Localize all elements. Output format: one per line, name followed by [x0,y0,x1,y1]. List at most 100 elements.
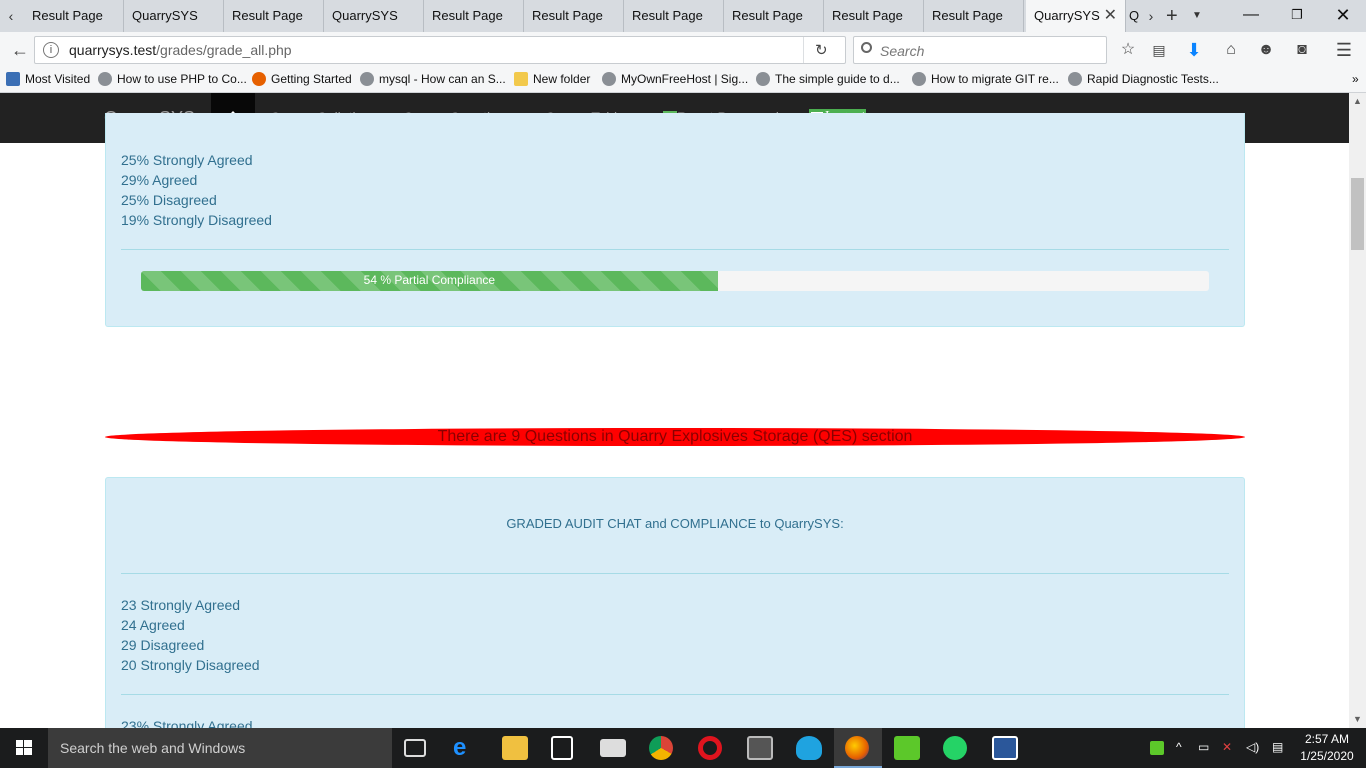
tabs-scroll-right-button[interactable]: › [1142,0,1160,32]
bookmark-label: mysql - How can an S... [379,72,506,86]
stat-line: 25% Strongly Agreed [121,152,253,168]
search-icon [861,42,872,53]
bookmark-folder-icon [6,72,20,86]
scrollbar-thumb[interactable] [1351,178,1364,250]
store-icon[interactable] [551,736,573,760]
globe-icon [602,72,616,86]
browser-tab[interactable]: Result Page [624,0,724,32]
divider [121,573,1229,574]
pocket-icon[interactable]: ◙ [1290,38,1314,62]
bookmarks-overflow-chevron-icon[interactable]: » [1352,72,1359,86]
app-icon[interactable] [796,736,822,760]
tab-label: Result Page [832,8,903,23]
bookmark-item[interactable]: Rapid Diagnostic Tests... [1068,72,1219,86]
divider [121,249,1229,250]
url-host: quarrysys.test [69,42,157,58]
window-minimize-button[interactable]: — [1228,0,1274,32]
chrome-icon[interactable] [649,736,673,760]
window-restore-button[interactable]: ❐ [1274,0,1320,32]
browser-tab[interactable]: Result Page [24,0,124,32]
clock-time: 2:57 AM [1304,732,1350,746]
tray-battery-icon[interactable]: ▭ [1198,740,1209,754]
count-line: 24 Agreed [121,617,185,633]
bookmark-star-icon[interactable]: ☆ [1116,38,1140,62]
bookmark-label: How to use PHP to Co... [117,72,247,86]
browser-tab-active[interactable]: QuarrySYS ✕ [1026,0,1126,32]
bookmark-item[interactable]: How to migrate GIT re... [912,72,1059,86]
globe-icon [1068,72,1082,86]
word-icon[interactable] [992,736,1018,760]
bookmark-label: New folder [533,72,591,86]
taskbar-search-input[interactable]: Search the web and Windows [48,728,392,768]
scroll-down-arrow-icon[interactable]: ▼ [1349,711,1366,728]
window-close-button[interactable]: ✕ [1320,0,1366,32]
tray-network-icon[interactable]: ✕ [1222,740,1232,754]
browser-tab[interactable]: Result Page [824,0,924,32]
browser-tab[interactable]: QuarrySYS [124,0,224,32]
tray-hotspot-icon[interactable] [1150,741,1164,755]
tab-label: Result Page [232,8,303,23]
firefox-icon[interactable] [845,736,869,760]
count-line: 23 Strongly Agreed [121,597,241,613]
home-icon[interactable]: ⌂ [1219,38,1243,62]
chat-icon[interactable]: ☻ [1254,38,1278,62]
wifi-hotspot-icon[interactable] [894,736,920,760]
edge-icon[interactable]: e [453,736,479,760]
stat-line: 25% Disagreed [121,192,217,208]
reading-list-icon[interactable]: ▤ [1147,38,1171,62]
page-viewport: QuarrySYS Quarry Collation Quarry Questi… [0,93,1349,728]
file-explorer-icon[interactable] [502,736,528,760]
bookmarks-bar: Most Visited How to use PHP to Co... Get… [0,68,1366,93]
reload-icon[interactable]: ↻ [815,41,828,59]
globe-icon [360,72,374,86]
start-button[interactable] [0,728,48,768]
task-view-icon[interactable] [404,739,426,757]
search-input[interactable]: Search [853,36,1107,64]
download-arrow-icon[interactable]: ⬇ [1182,38,1206,62]
bookmark-item[interactable]: How to use PHP to Co... [98,72,247,86]
firefox-icon [252,72,266,86]
tab-close-icon[interactable]: ✕ [1104,0,1117,32]
bookmark-item[interactable]: MyOwnFreeHost | Sig... [602,72,748,86]
bookmark-item[interactable]: New folder [514,72,590,86]
stat-line: 23% Strongly Agreed [121,718,253,728]
mail-icon[interactable] [600,739,626,757]
qes-section-panel: GRADED AUDIT CHAT and COMPLIANCE to Quar… [105,477,1245,728]
section-banner: There are 9 Questions in Quarry Explosiv… [105,428,1245,446]
tray-notifications-icon[interactable]: ▤ [1272,740,1283,754]
taskbar-search-placeholder: Search the web and Windows [60,740,246,756]
taskbar-clock[interactable]: 2:57 AM 1/25/2020 [1296,731,1358,765]
browser-tab[interactable]: Result Page [724,0,824,32]
browser-tab[interactable]: Result Page [924,0,1024,32]
bookmark-item[interactable]: Most Visited [6,72,90,86]
tab-label: Result Page [932,8,1003,23]
bookmark-item[interactable]: The simple guide to d... [756,72,900,86]
opera-icon[interactable] [698,736,722,760]
bookmark-item[interactable]: mysql - How can an S... [360,72,506,86]
browser-tab-strip: ‹ Result Page QuarrySYS Result Page Quar… [0,0,1366,32]
tab-label: QuarrySYS [132,8,198,23]
whatsapp-icon[interactable] [943,736,967,760]
tab-label: QuarrySYS [1034,8,1100,23]
tab-label: Result Page [732,8,803,23]
tabs-scroll-left-button[interactable]: ‹ [2,0,20,32]
browser-tab[interactable]: Result Page [224,0,324,32]
tray-chevron-up-icon[interactable]: ^ [1176,740,1182,754]
site-info-icon[interactable]: i [43,42,59,58]
bookmark-item[interactable]: Getting Started [252,72,352,86]
compliance-progress-bar: 54 % Partial Compliance [141,271,1209,291]
browser-tab[interactable]: Result Page [424,0,524,32]
new-tab-plus-icon[interactable]: + [1166,0,1178,32]
sublime-text-icon[interactable] [747,736,773,760]
tray-volume-icon[interactable]: ◁) [1246,740,1259,754]
bookmark-label: MyOwnFreeHost | Sig... [621,72,749,86]
browser-tab[interactable]: Result Page [524,0,624,32]
count-line: 29 Disagreed [121,637,205,653]
menu-hamburger-icon[interactable]: ☰ [1332,38,1356,62]
url-bar[interactable]: i quarrysys.test/grades/grade_all.php ↻ [34,36,846,64]
tab-list-chevron-down-icon[interactable]: ▼ [1192,0,1202,32]
browser-tab[interactable]: QuarrySYS [324,0,424,32]
globe-icon [98,72,112,86]
back-arrow-icon[interactable]: ← [8,38,32,62]
scroll-up-arrow-icon[interactable]: ▲ [1349,93,1366,110]
